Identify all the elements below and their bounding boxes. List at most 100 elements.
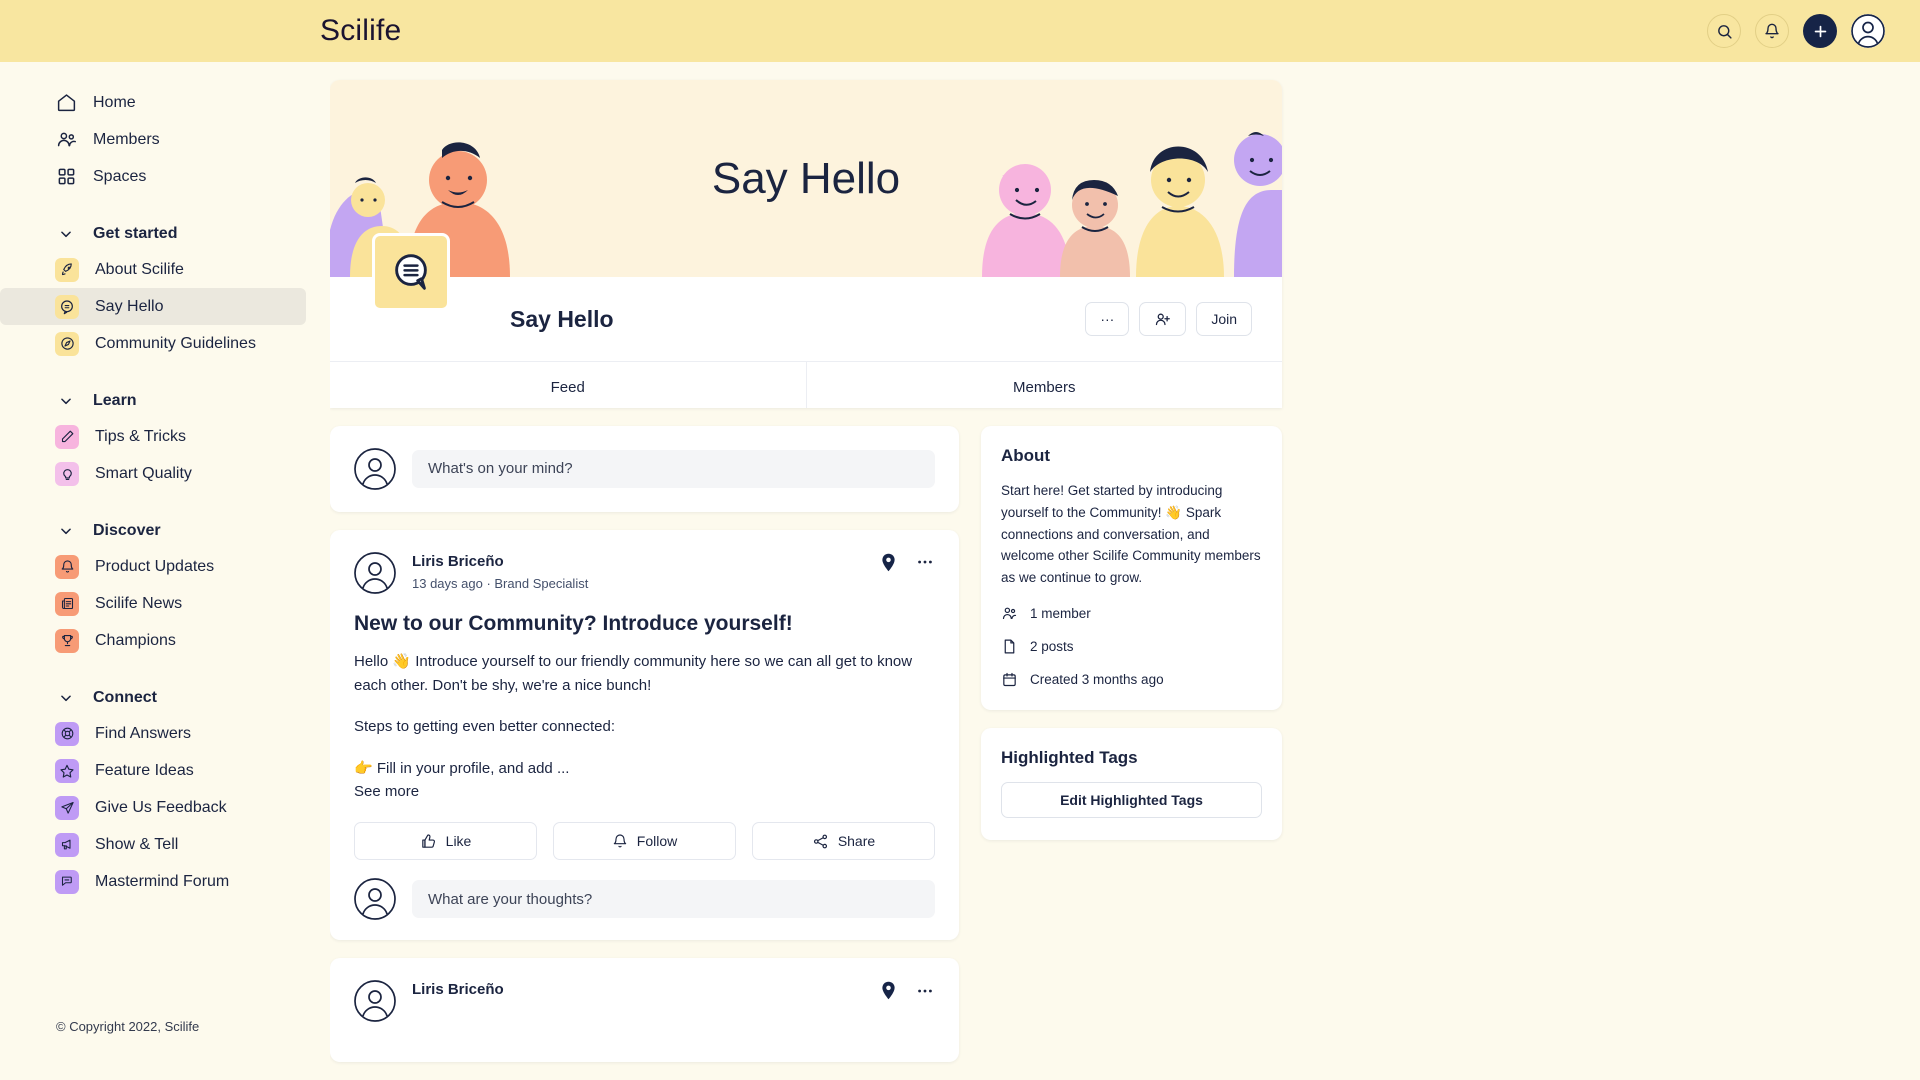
document-icon <box>1001 638 1018 655</box>
sidebar-item-smart-quality[interactable]: Smart Quality <box>0 455 306 492</box>
sidebar-item-give-us-feedback[interactable]: Give Us Feedback <box>0 789 306 826</box>
space-header-card: Say Hello Say Hello ··· Join Feed Member… <box>330 80 1282 408</box>
pin-icon[interactable] <box>878 552 899 573</box>
about-stat-posts: 2 posts <box>1001 638 1262 655</box>
sidebar-item-tips-tricks[interactable]: Tips & Tricks <box>0 418 306 455</box>
sidebar-section-label: Connect <box>93 689 157 706</box>
rocket-icon <box>55 257 79 282</box>
create-button[interactable] <box>1803 14 1837 48</box>
tab-feed[interactable]: Feed <box>330 362 806 408</box>
sidebar-item-label: Home <box>93 93 136 111</box>
space-more-button[interactable]: ··· <box>1085 302 1130 336</box>
about-description: Start here! Get started by introducing y… <box>1001 482 1261 586</box>
user-avatar-icon <box>1851 14 1885 48</box>
sidebar-item-find-answers[interactable]: Find Answers <box>0 715 306 752</box>
post-header: Liris Briceño 13 days ago · Brand Specia… <box>354 551 935 594</box>
sidebar-item-mastermind-forum[interactable]: Mastermind Forum <box>0 863 306 900</box>
calendar-icon <box>1001 671 1018 688</box>
sidebar-item-show-tell[interactable]: Show & Tell <box>0 826 306 863</box>
post-more-icon[interactable] <box>915 981 935 1001</box>
tab-members[interactable]: Members <box>805 362 1283 408</box>
sidebar-item-about-scilife[interactable]: About Scilife <box>0 251 306 288</box>
sidebar-item-community-guidelines[interactable]: Community Guidelines <box>0 325 306 362</box>
avatar <box>354 878 396 920</box>
notifications-button[interactable] <box>1755 14 1789 48</box>
space-tabs: Feed Members <box>330 361 1282 408</box>
news-icon <box>55 591 79 616</box>
edit-highlighted-tags-button[interactable]: Edit Highlighted Tags <box>1001 782 1262 819</box>
bell-icon <box>1764 23 1780 39</box>
sidebar-section-label: Learn <box>93 392 137 409</box>
copyright-text: © Copyright 2022, Scilife <box>56 1019 200 1034</box>
see-more-link[interactable]: See more <box>354 783 935 800</box>
about-stat-label: Created 3 months ago <box>1030 672 1164 688</box>
space-banner: Say Hello <box>330 80 1282 277</box>
post-card: Liris Briceño 13 days ago · Brand Specia… <box>330 529 959 940</box>
sidebar-item-label: Champions <box>95 631 176 649</box>
post-header: Liris Briceño <box>354 980 935 1022</box>
sidebar-item-label: Show & Tell <box>95 835 179 853</box>
post-composer-input[interactable]: What's on your mind? <box>412 449 935 488</box>
pin-icon[interactable] <box>878 980 899 1001</box>
forum-icon <box>55 869 79 894</box>
sidebar-item-champions[interactable]: Champions <box>0 622 306 659</box>
main-content: Say Hello Say Hello ··· Join Feed Member… <box>330 62 1920 1080</box>
follow-button[interactable]: Follow <box>553 822 736 860</box>
space-header: Say Hello ··· Join <box>330 233 1282 361</box>
post-more-icon[interactable] <box>915 552 935 572</box>
post-title[interactable]: New to our Community? Introduce yourself… <box>354 612 935 636</box>
post-actions: Like Follow Share <box>354 822 935 860</box>
about-card: About Start here! Get started by introdu… <box>981 425 1282 711</box>
chat-bubble-icon <box>388 249 434 295</box>
sidebar-item-say-hello[interactable]: Say Hello <box>0 288 306 325</box>
space-invite-button[interactable] <box>1139 302 1187 336</box>
sidebar-item-members[interactable]: Members <box>0 121 306 158</box>
sidebar-item-label: About Scilife <box>95 260 184 278</box>
sidebar-item-label: Product Updates <box>95 557 215 575</box>
search-button[interactable] <box>1707 14 1741 48</box>
sidebar-item-home[interactable]: Home <box>0 84 306 121</box>
about-title: About <box>1001 445 1051 465</box>
bell-icon <box>55 554 79 579</box>
post-paragraph: Hello 👋 Introduce yourself to our friend… <box>354 652 913 695</box>
join-space-button[interactable]: Join <box>1196 302 1252 336</box>
comment-input[interactable]: What are your thoughts? <box>412 880 935 918</box>
highlighted-tags-title: Highlighted Tags <box>1001 748 1138 768</box>
banner-title: Say Hello <box>711 153 901 203</box>
share-button[interactable]: Share <box>752 822 935 860</box>
sidebar-item-spaces[interactable]: Spaces <box>0 158 306 195</box>
sidebar-item-feature-ideas[interactable]: Feature Ideas <box>0 752 306 789</box>
avatar <box>354 980 396 1022</box>
post-header-actions <box>878 980 935 1001</box>
post-paragraph: 👉 Fill in your profile, and add ... <box>354 759 570 777</box>
app-logo[interactable]: Scilife <box>320 14 401 48</box>
sidebar-item-label: Give Us Feedback <box>95 798 227 816</box>
like-button[interactable]: Like <box>354 822 537 860</box>
thumbs-up-icon <box>420 833 437 850</box>
sidebar-section-discover[interactable]: Discover <box>0 514 330 548</box>
sidebar-item-label: Tips & Tricks <box>95 427 186 445</box>
sidebar-item-product-updates[interactable]: Product Updates <box>0 548 306 585</box>
account-avatar-button[interactable] <box>1851 14 1885 48</box>
members-icon <box>1001 605 1018 622</box>
post-meta: 13 days ago · Brand Specialist <box>412 576 589 592</box>
spaces-icon <box>55 166 77 188</box>
space-actions: ··· Join <box>1085 302 1252 336</box>
post-author-name[interactable]: Liris Briceño <box>412 980 504 1000</box>
trophy-icon <box>55 628 79 653</box>
sidebar-item-label: Spaces <box>93 167 147 185</box>
send-icon <box>55 795 79 820</box>
sidebar-section-learn[interactable]: Learn <box>0 384 330 418</box>
megaphone-icon <box>55 832 79 857</box>
right-sidebar: About Start here! Get started by introdu… <box>981 425 1282 1080</box>
sidebar-section-get-started[interactable]: Get started <box>0 217 330 251</box>
post-author-name[interactable]: Liris Briceño <box>412 552 588 572</box>
sidebar-section-connect[interactable]: Connect <box>0 681 330 715</box>
post-composer: What's on your mind? <box>330 425 959 512</box>
chevron-down-icon <box>55 524 77 538</box>
sidebar-item-scilife-news[interactable]: Scilife News <box>0 585 306 622</box>
chevron-down-icon <box>55 394 77 408</box>
members-icon <box>55 129 77 151</box>
sidebar-item-label: Find Answers <box>95 724 192 742</box>
plus-icon <box>1812 23 1829 40</box>
